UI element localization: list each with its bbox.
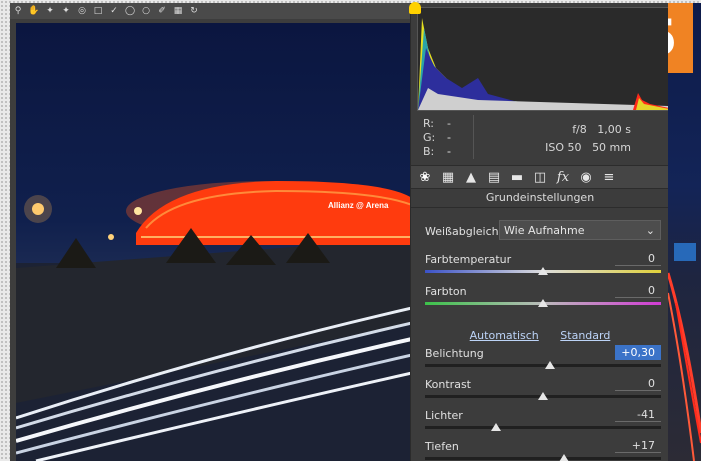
red-eye-icon[interactable]: ○ [140, 5, 152, 17]
crop-icon[interactable]: □ [92, 5, 104, 17]
focal-length-value: 50 mm [592, 141, 631, 154]
target-adjust-icon[interactable]: ◎ [76, 5, 88, 17]
info-readout: R:--- G:--- B:--- f/8 1,00 s ISO 50 50 m… [411, 113, 668, 186]
highlight-clipping-marker[interactable] [409, 2, 421, 14]
aperture-value: f/8 [572, 123, 587, 136]
slider-thumb[interactable] [538, 299, 548, 307]
iso-value: ISO 50 [545, 141, 582, 154]
hand-icon[interactable]: ✋ [28, 5, 40, 17]
slider-thumb[interactable] [545, 361, 556, 369]
chevron-down-icon: ⌄ [645, 224, 655, 237]
slider-tiefen: Tiefen +17 [425, 438, 661, 461]
slider-label: Farbton [425, 285, 467, 298]
camera-calibration-tab-icon[interactable]: ◉ [578, 170, 594, 185]
slider-belichtung: Belichtung +0,30 [425, 345, 661, 377]
g-label: G: [423, 131, 436, 144]
slider-track[interactable] [425, 457, 661, 460]
slider-lichter: Lichter -41 [425, 407, 661, 439]
split-toning-tab-icon[interactable]: ▬ [509, 170, 525, 185]
slider-label: Kontrast [425, 378, 471, 391]
r-label: R: [423, 117, 435, 130]
slider-farbton: Farbton 0 [425, 283, 661, 315]
rotate-icon[interactable]: ↻ [188, 5, 200, 17]
slider-thumb[interactable] [490, 423, 501, 431]
stadium-photo [16, 181, 412, 461]
info-divider [473, 115, 474, 159]
white-balance-icon[interactable]: ✦ [44, 5, 56, 17]
slider-thumb[interactable] [538, 392, 548, 400]
slider-thumb[interactable] [538, 267, 548, 275]
slider-value-field[interactable]: 0 [615, 283, 661, 298]
stadium-banner-text: Allianz @ Arena [328, 201, 389, 210]
presets-tab-icon[interactable]: ≡ [601, 170, 617, 185]
adjustment-panel: R:--- G:--- B:--- f/8 1,00 s ISO 50 50 m… [410, 3, 668, 461]
zoom-icon[interactable]: ⚲ [12, 5, 24, 17]
tone-curve-tab-icon[interactable]: ▦ [440, 170, 456, 185]
brush-icon[interactable]: ✐ [156, 5, 168, 17]
slider-value-field[interactable]: 0 [615, 376, 661, 391]
effects-tab-icon[interactable]: fx [555, 170, 571, 185]
slider-value-field[interactable]: +0,30 [615, 345, 661, 360]
spot-removal-icon[interactable]: ◯ [124, 5, 136, 17]
slider-farbtemperatur: Farbtemperatur 0 [425, 251, 661, 283]
slider-value-field[interactable]: -41 [615, 407, 661, 422]
straighten-icon[interactable]: ✓ [108, 5, 120, 17]
slider-value-field[interactable]: +17 [615, 438, 661, 453]
camera-raw-window: ⚲ ✋ ✦ ✦ ◎ □ ✓ ◯ ○ ✐ ▦ ↻ Allianz @ Arena [10, 3, 668, 461]
color-sampler-icon[interactable]: ✦ [60, 5, 72, 17]
shutter-value: 1,00 s [597, 123, 631, 136]
histogram [417, 7, 668, 111]
slider-value-field[interactable]: 0 [615, 251, 661, 266]
white-balance-select[interactable]: Wie Aufnahme ⌄ [499, 220, 661, 240]
default-link[interactable]: Standard [560, 329, 610, 342]
basic-tab-icon[interactable]: ❀ [417, 170, 433, 185]
lens-corrections-tab-icon[interactable]: ◫ [532, 170, 548, 185]
photo-preview[interactable]: Allianz @ Arena [16, 23, 412, 461]
slider-track[interactable] [425, 364, 661, 367]
auto-default-links: Automatisch Standard [411, 329, 668, 342]
auto-link[interactable]: Automatisch [470, 329, 539, 342]
slider-label: Tiefen [425, 440, 459, 453]
section-title: Grundeinstellungen [411, 189, 668, 208]
slider-track[interactable] [425, 426, 661, 429]
detail-tab-icon[interactable]: ▲ [463, 170, 479, 185]
slider-label: Farbtemperatur [425, 253, 512, 266]
white-balance-value: Wie Aufnahme [504, 224, 585, 237]
b-label: B: [423, 145, 435, 158]
toolbar: ⚲ ✋ ✦ ✦ ◎ □ ✓ ◯ ○ ✐ ▦ ↻ [10, 3, 412, 19]
slider-label: Belichtung [425, 347, 484, 360]
slider-kontrast: Kontrast 0 [425, 376, 661, 408]
filter-icon[interactable]: ▦ [172, 5, 184, 17]
slider-label: Lichter [425, 409, 463, 422]
white-balance-label: Weißabgleich: [425, 225, 503, 238]
hsl-tab-icon[interactable]: ▤ [486, 170, 502, 185]
slider-thumb[interactable] [559, 454, 570, 461]
panel-tabs: ❀ ▦ ▲ ▤ ▬ ◫ fx ◉ ≡ [411, 165, 668, 189]
